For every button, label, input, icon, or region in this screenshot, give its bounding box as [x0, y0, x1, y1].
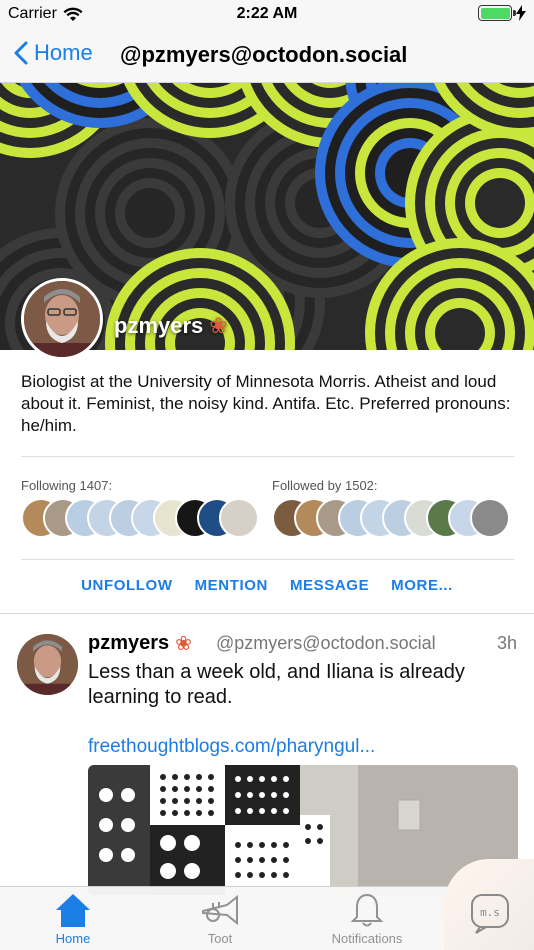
squid-emoji-icon: ❀ — [209, 313, 228, 338]
message-button[interactable]: MESSAGE — [290, 577, 369, 594]
status-time: 2:22 AM — [236, 5, 298, 22]
toot-author-avatar[interactable] — [17, 634, 78, 695]
divider — [0, 613, 534, 614]
mention-button[interactable]: MENTION — [195, 577, 268, 594]
profile-bio: Biologist at the University of Minnesota… — [21, 372, 511, 435]
tab-toot[interactable]: Toot — [165, 891, 275, 946]
followers-count[interactable]: Followed by 1502: — [272, 478, 378, 493]
tab-home[interactable]: Home — [18, 891, 128, 946]
navigation-bar: Home @pzmyers@octodon.social — [0, 28, 534, 83]
profile-screen: Carrier 2:22 AM Home @pzmyers@octodon.so… — [0, 0, 534, 950]
profile-avatar[interactable] — [21, 278, 103, 360]
status-bar: Carrier 2:22 AM — [0, 0, 534, 28]
following-count[interactable]: Following 1407: — [21, 478, 112, 493]
chevron-left-icon — [14, 41, 28, 65]
following-avatars[interactable] — [21, 498, 259, 538]
more-button[interactable]: MORE... — [391, 577, 453, 594]
followers-avatars[interactable] — [272, 498, 510, 538]
mastodon-logo-icon: m.s — [444, 859, 534, 950]
page-title: @pzmyers@octodon.social — [120, 42, 408, 67]
unfollow-button[interactable]: UNFOLLOW — [81, 577, 172, 594]
home-icon — [56, 894, 90, 927]
toot-content: Less than a week old, and Iliana is alre… — [88, 661, 465, 708]
divider — [21, 456, 514, 457]
tab-notifications[interactable]: Notifications — [312, 891, 422, 946]
squid-emoji-icon: ❀ — [175, 633, 192, 655]
toot-author-name[interactable]: pzmyers ❀ — [88, 631, 192, 656]
avatar — [470, 498, 510, 538]
back-button[interactable]: Home — [14, 40, 93, 66]
toot-author-handle: @pzmyers@octodon.social — [216, 633, 436, 653]
profile-actions: UNFOLLOW MENTION MESSAGE MORE... — [0, 577, 534, 594]
charging-bolt-icon — [516, 5, 526, 21]
divider — [21, 559, 514, 560]
trumpet-icon — [202, 894, 238, 926]
profile-display-name: pzmyers ❀ — [114, 313, 228, 338]
bell-icon — [350, 893, 384, 927]
avatar — [219, 498, 259, 538]
back-label: Home — [34, 40, 93, 65]
tab-bar: Home Toot Notifications m.s — [0, 859, 534, 950]
svg-text:m.s: m.s — [480, 906, 500, 919]
toot-link[interactable]: freethoughtblogs.com/pharyngul... — [88, 736, 375, 758]
battery-icon — [478, 5, 516, 21]
toot-timestamp: 3h — [496, 633, 517, 653]
